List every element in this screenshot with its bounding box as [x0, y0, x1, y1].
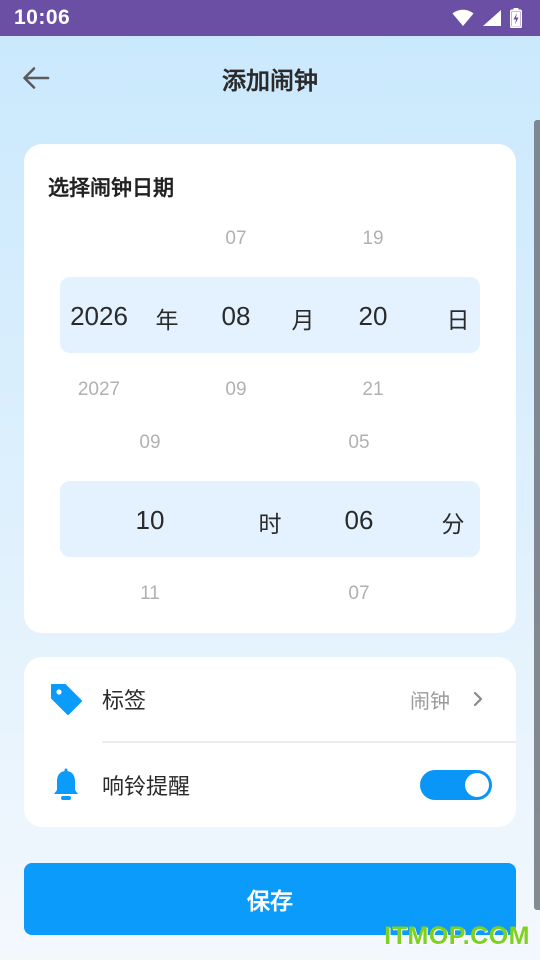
status-icons — [452, 8, 522, 28]
minute-unit: 分 — [441, 512, 465, 538]
toggle-knob — [465, 773, 489, 797]
day-option-above[interactable]: 19 — [362, 228, 383, 250]
settings-card: 标签 闹钟 响铃提醒 — [24, 657, 516, 827]
date-card-title: 选择闹钟日期 — [48, 176, 174, 200]
tag-icon — [48, 681, 84, 717]
signal-icon — [483, 10, 501, 26]
ring-label: 响铃提醒 — [102, 775, 191, 800]
chevron-right-icon — [473, 691, 483, 707]
scrollbar[interactable] — [534, 120, 540, 910]
hour-option-above[interactable]: 09 — [139, 432, 160, 454]
month-selected[interactable]: 08 — [222, 301, 251, 332]
tag-value: 闹钟 — [410, 688, 450, 713]
hour-option-below[interactable]: 11 — [140, 583, 160, 605]
hour-selected[interactable]: 10 — [136, 505, 165, 536]
ring-toggle[interactable] — [420, 770, 492, 800]
year-selected[interactable]: 2026 — [70, 301, 128, 332]
back-button[interactable] — [20, 62, 52, 94]
wifi-icon — [452, 9, 474, 26]
year-option-below[interactable]: 2027 — [78, 379, 120, 401]
bell-icon — [48, 767, 84, 803]
tag-row[interactable]: 标签 闹钟 — [24, 657, 516, 741]
arrow-back-icon — [23, 67, 50, 89]
date-picker-card: 选择闹钟日期 2026 2027 年 07 08 09 月 19 20 21 日… — [24, 144, 516, 633]
month-option-above[interactable]: 07 — [225, 228, 246, 250]
ring-row: 响铃提醒 — [24, 743, 516, 827]
month-unit: 月 — [291, 308, 315, 334]
status-time: 10:06 — [14, 6, 71, 29]
minute-selected[interactable]: 06 — [345, 505, 374, 536]
status-bar: 10:06 — [0, 0, 540, 36]
year-unit: 年 — [155, 308, 179, 334]
battery-icon — [510, 8, 522, 28]
tag-label: 标签 — [102, 689, 147, 714]
day-option-below[interactable]: 21 — [362, 379, 383, 401]
page-title: 添加闹钟 — [222, 66, 318, 95]
day-unit: 日 — [446, 308, 470, 334]
minute-option-above[interactable]: 05 — [348, 432, 369, 454]
hour-unit: 时 — [258, 512, 282, 538]
minute-option-below[interactable]: 07 — [348, 583, 369, 605]
app-bar: 添加闹钟 — [0, 36, 540, 120]
month-option-below[interactable]: 09 — [225, 379, 246, 401]
day-selected[interactable]: 20 — [359, 301, 388, 332]
watermark: ITMOP.COM — [384, 922, 530, 950]
